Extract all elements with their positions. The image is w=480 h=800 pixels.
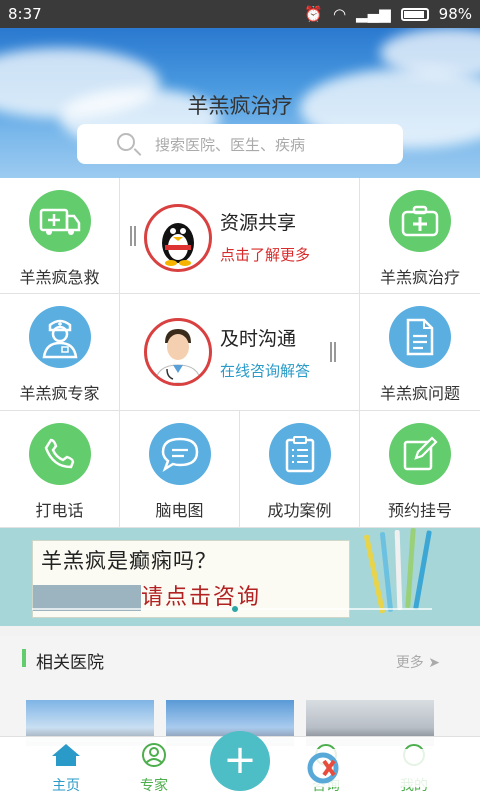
nav-home[interactable]: 主页	[36, 743, 96, 795]
penguin-avatar-icon	[144, 204, 212, 272]
home-icon	[52, 744, 80, 766]
battery-icon	[400, 7, 429, 21]
more-label: 更多	[395, 655, 424, 671]
expert-tile[interactable]: 羊羔疯专家	[0, 294, 120, 411]
communicate-title: 及时沟通	[220, 328, 297, 350]
call-label: 打电话	[35, 501, 84, 520]
treatment-tile[interactable]: 羊羔疯治疗	[360, 178, 480, 294]
expert-label: 羊羔疯专家	[19, 384, 100, 403]
status-icons: ⏰ ◠ ▂▄▆ 98%	[304, 5, 472, 23]
banner-line1: 羊羔疯是癫痫吗？	[41, 549, 217, 573]
more-link[interactable]: 更多 ➤	[396, 652, 440, 672]
divider-handle	[330, 342, 336, 362]
promo-banner[interactable]: 羊羔疯是癫痫吗？ 请点击咨询	[0, 528, 480, 626]
resource-title: 资源共享	[220, 212, 297, 234]
nav-expert[interactable]: 专家	[124, 743, 184, 795]
chevron-right-icon: ➤	[428, 655, 440, 671]
search-placeholder: 搜索医院、医生、疾病	[155, 135, 306, 154]
search-input[interactable]: 搜索医院、医生、疾病	[77, 124, 403, 164]
first-aid-kit-icon	[389, 190, 451, 252]
emergency-label: 羊羔疯急救	[19, 268, 100, 287]
status-bar: 8:37 ⏰ ◠ ▂▄▆ 98%	[0, 0, 480, 28]
pencil-decoration	[413, 530, 432, 610]
user-icon	[142, 743, 166, 767]
pencil-decoration	[405, 528, 416, 609]
feature-grid: 羊羔疯急救 资源共享 点击了解更多 羊羔疯治疗 羊羔疯专家 及时沟通 在线咨询解…	[0, 178, 480, 528]
phone-icon	[28, 423, 91, 485]
questions-tile[interactable]: 羊羔疯问题	[360, 294, 480, 411]
page-title: 羊羔疯治疗	[187, 94, 293, 118]
add-button[interactable]: +	[210, 731, 270, 791]
cases-tile[interactable]: 成功案例	[240, 411, 360, 528]
alarm-icon: ⏰	[304, 5, 323, 23]
document-icon	[389, 306, 451, 368]
chat-bubble-icon	[148, 423, 211, 485]
communicate-tile[interactable]: 及时沟通 在线咨询解答	[120, 294, 360, 411]
eeg-tile[interactable]: 脑电图	[120, 411, 240, 528]
treatment-label: 羊羔疯治疗	[379, 268, 460, 287]
related-title: 相关医院	[36, 653, 104, 673]
plus-icon: +	[223, 737, 257, 783]
nurse-icon	[28, 306, 91, 368]
signal-icon: ▂▄▆	[356, 5, 391, 23]
section-accent-bar	[22, 649, 26, 667]
communicate-subtitle: 在线咨询解答	[220, 362, 311, 380]
nav-expert-label: 专家	[140, 778, 168, 794]
watermark-logo	[302, 747, 472, 789]
eeg-label: 脑电图	[155, 501, 204, 520]
cases-label: 成功案例	[267, 501, 332, 520]
battery-percent: 98%	[438, 5, 472, 23]
call-tile[interactable]: 打电话	[0, 411, 120, 528]
resource-subtitle: 点击了解更多	[220, 246, 311, 264]
edit-icon	[389, 423, 451, 485]
banner-board: 羊羔疯是癫痫吗？ 请点击咨询	[32, 540, 350, 618]
nav-home-label: 主页	[52, 778, 80, 794]
banner-indicator-dot[interactable]	[232, 606, 238, 612]
resource-share-tile[interactable]: 资源共享 点击了解更多	[120, 178, 360, 294]
emergency-tile[interactable]: 羊羔疯急救	[0, 178, 120, 294]
status-time: 8:37	[8, 5, 42, 23]
wifi-icon: ◠	[332, 5, 347, 23]
clipboard-icon	[268, 423, 331, 485]
appointment-tile[interactable]: 预约挂号	[360, 411, 480, 528]
divider-handle	[130, 226, 136, 246]
doctor-avatar-icon	[144, 318, 212, 386]
ambulance-icon	[28, 190, 91, 252]
questions-label: 羊羔疯问题	[379, 384, 460, 403]
search-icon	[117, 133, 135, 151]
header-banner: 羊羔疯治疗 搜索医院、医生、疾病	[0, 28, 480, 178]
banner-line2: 请点击咨询	[141, 585, 262, 610]
appointment-label: 预约挂号	[387, 501, 452, 520]
pencil-decoration	[394, 529, 403, 611]
